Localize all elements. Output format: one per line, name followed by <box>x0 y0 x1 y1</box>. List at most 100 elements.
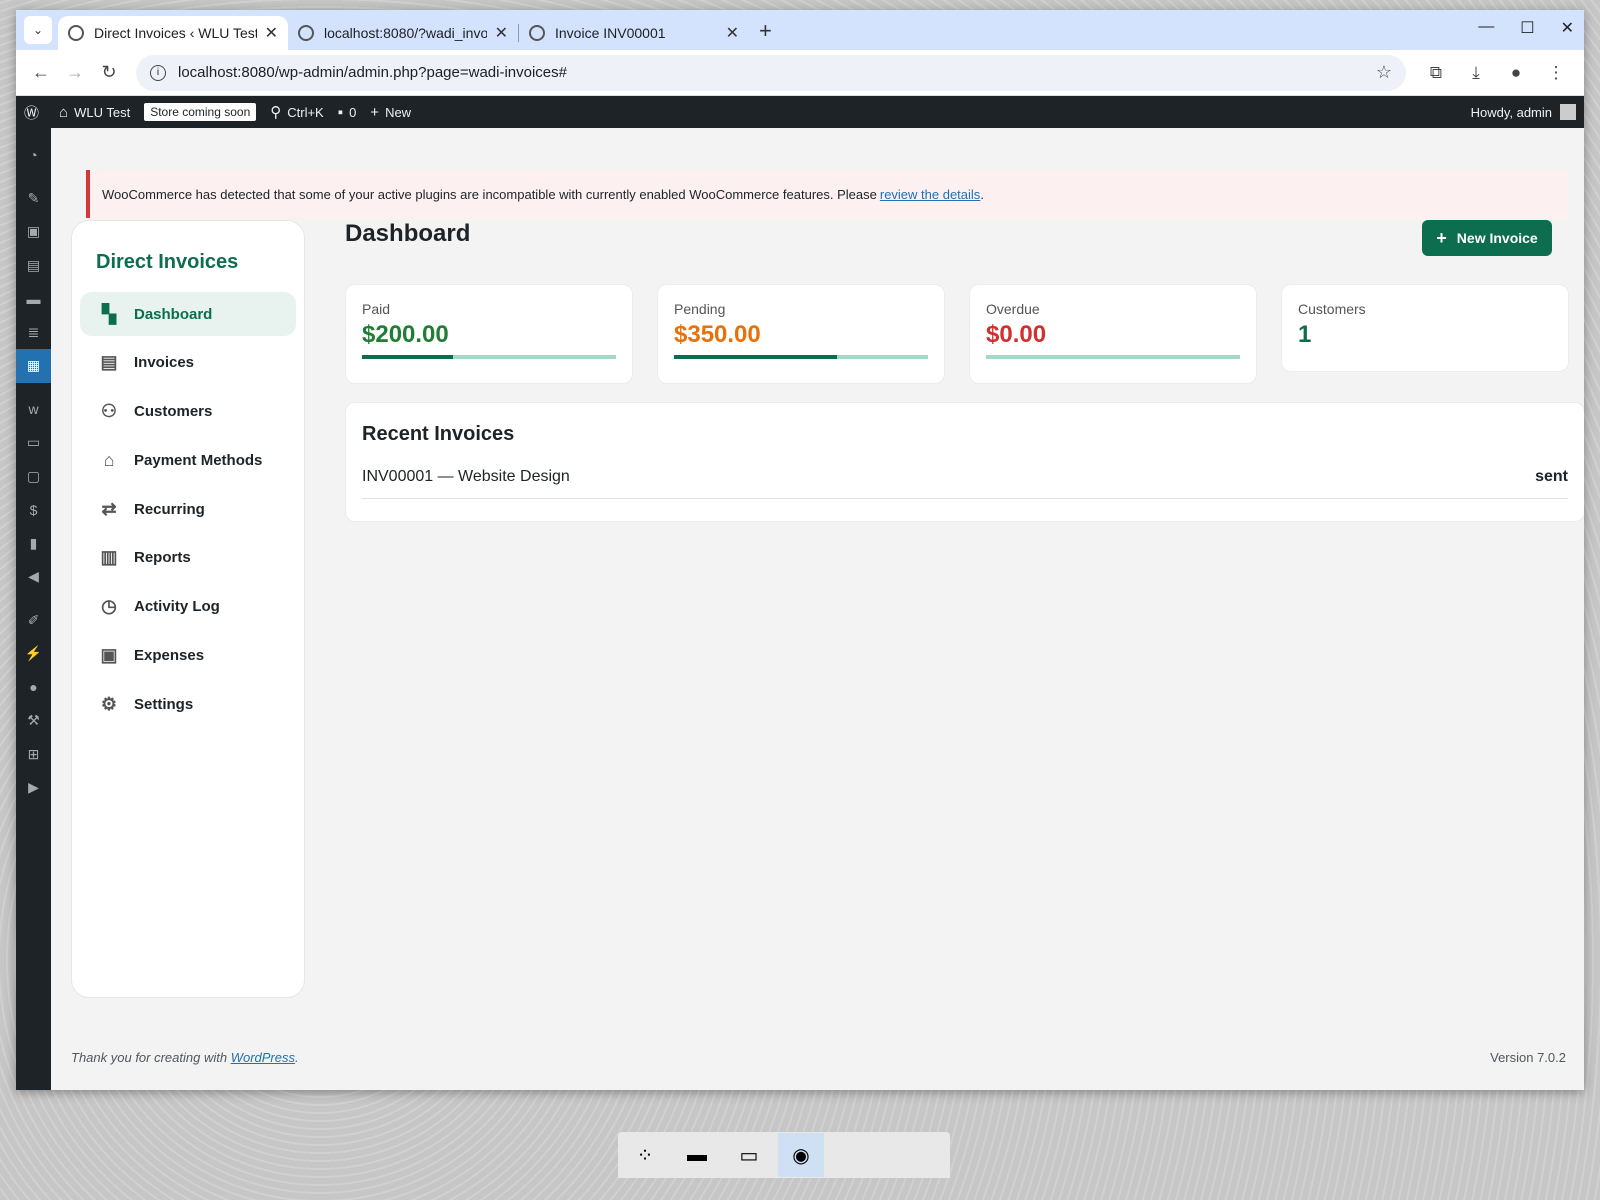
account-menu[interactable]: Howdy, admin <box>1471 104 1576 120</box>
media-menu-icon[interactable]: ▣ <box>16 215 51 249</box>
comments-link[interactable]: ▪ 0 <box>338 104 357 121</box>
globe-icon <box>298 25 314 41</box>
minimize-icon[interactable]: — <box>1478 18 1494 38</box>
marketing-menu-icon[interactable]: ◀ <box>16 560 51 594</box>
close-icon[interactable]: ✕ <box>265 23 278 43</box>
orders-menu-icon[interactable]: ▢ <box>16 460 51 494</box>
repeat-icon: ⇄ <box>101 498 117 519</box>
sidebar-item-expenses[interactable]: ▣ Expenses <box>80 634 296 678</box>
new-content-menu[interactable]: + New <box>370 104 411 121</box>
tab-bar: ⌄ Direct Invoices ‹ WLU Test ✕ localhost… <box>16 10 1584 50</box>
home-icon: ⌂ <box>59 103 69 121</box>
woocommerce-menu-icon[interactable]: w <box>16 393 51 427</box>
extensions-icon[interactable]: ⧉ <box>1416 63 1456 83</box>
comment-icon: ▪ <box>337 103 344 121</box>
pages-menu-icon[interactable]: ▤ <box>16 249 51 283</box>
list-item[interactable]: INV00001 — Website Design sent <box>362 468 1568 499</box>
admin-content: WooCommerce has detected that some of yo… <box>51 128 1584 1090</box>
files-app-icon[interactable]: ▭ <box>726 1133 772 1177</box>
site-name: WLU Test <box>74 104 131 120</box>
new-label: New <box>385 104 412 120</box>
plus-icon: + <box>1436 227 1447 248</box>
settings-menu-icon[interactable]: ⊞ <box>16 738 51 772</box>
comments-count: 0 <box>349 104 357 120</box>
plus-icon: + <box>370 103 380 121</box>
invoices-menu-icon[interactable]: ▦ <box>16 349 51 383</box>
address-bar[interactable]: i localhost:8080/wp-admin/admin.php?page… <box>136 54 1406 91</box>
stat-card-customers: Customers 1 <box>1281 284 1569 372</box>
command-palette-button[interactable]: ⚲ Ctrl+K <box>270 103 323 121</box>
url-text[interactable]: localhost:8080/wp-admin/admin.php?page=w… <box>178 64 1376 81</box>
sidebar-item-dashboard[interactable]: ▚ Dashboard <box>80 292 296 336</box>
woocommerce-notice: WooCommerce has detected that some of yo… <box>86 170 1568 218</box>
progress-bar <box>362 355 616 359</box>
back-icon[interactable]: ← <box>24 62 58 83</box>
wp-admin-menu: ◔ ✎ ▣ ▤ ▬ ≣ ▦ w ▭ ▢ $ ▮ ◀ ✐ ⚡ ● ⚒ ⊞ ▶ <box>16 128 51 1090</box>
new-tab-button[interactable]: + <box>759 18 772 44</box>
settings-app-icon[interactable]: ▬ <box>674 1133 720 1177</box>
collapse-menu-icon[interactable]: ▶ <box>16 771 51 805</box>
browser-window: ⌄ Direct Invoices ‹ WLU Test ✕ localhost… <box>16 10 1584 1090</box>
comments-menu-icon[interactable]: ▬ <box>16 282 51 316</box>
footer-version: Version 7.0.2 <box>1490 1050 1566 1065</box>
sidebar-item-invoices[interactable]: ▤ Invoices <box>80 341 296 385</box>
close-window-icon[interactable]: ✕ <box>1561 18 1574 38</box>
forward-icon[interactable]: → <box>58 62 92 83</box>
chrome-app-icon[interactable]: ◉ <box>778 1133 824 1177</box>
stat-label: Paid <box>362 301 391 317</box>
sidebar-item-label: Activity Log <box>134 598 220 616</box>
window-controls: — ☐ ✕ <box>1478 18 1574 38</box>
sidebar-item-reports[interactable]: ▥ Reports <box>80 536 296 580</box>
site-name-link[interactable]: ⌂ WLU Test <box>59 104 130 121</box>
stat-value: $200.00 <box>362 321 449 348</box>
tab-direct-invoices[interactable]: Direct Invoices ‹ WLU Test ✕ <box>58 16 288 50</box>
sidebar-item-recurring[interactable]: ⇄ Recurring <box>80 487 296 531</box>
stat-label: Customers <box>1298 301 1366 317</box>
wallet-icon: ▣ <box>100 645 118 666</box>
maximize-icon[interactable]: ☐ <box>1520 18 1534 38</box>
bookmark-star-icon[interactable]: ☆ <box>1376 62 1392 83</box>
plugins-menu-icon[interactable]: ⚡ <box>16 637 51 671</box>
close-icon[interactable]: ✕ <box>495 23 508 43</box>
launcher-icon[interactable]: ⁘ <box>622 1133 668 1177</box>
forms-menu-icon[interactable]: ≣ <box>16 316 51 350</box>
wordpress-link[interactable]: WordPress <box>231 1050 295 1065</box>
invoice-summary[interactable]: INV00001 — Website Design <box>362 468 570 486</box>
sidebar-item-activity-log[interactable]: ◷ Activity Log <box>80 585 296 629</box>
site-info-icon[interactable]: i <box>150 64 166 81</box>
tools-menu-icon[interactable]: ⚒ <box>16 704 51 738</box>
new-invoice-label: New Invoice <box>1456 230 1538 246</box>
tab-invoice[interactable]: Invoice INV00001 ✕ <box>519 16 749 50</box>
review-details-link[interactable]: review the details <box>880 187 980 202</box>
analytics-menu-icon[interactable]: ▮ <box>16 527 51 561</box>
more-menu-icon[interactable]: ⋮ <box>1536 63 1576 83</box>
stat-card-paid: Paid $200.00 <box>345 284 633 384</box>
store-status-badge[interactable]: Store coming soon <box>144 103 257 121</box>
reload-icon[interactable]: ↻ <box>92 62 126 83</box>
stat-label: Pending <box>674 301 726 317</box>
payments-menu-icon[interactable]: $ <box>16 493 51 527</box>
sidebar-item-customers[interactable]: ⚇ Customers <box>80 390 296 434</box>
tab-search-button[interactable]: ⌄ <box>24 16 52 44</box>
profile-icon[interactable]: ● <box>1496 63 1536 83</box>
products-menu-icon[interactable]: ▭ <box>16 426 51 460</box>
sidebar-item-label: Payment Methods <box>134 451 263 469</box>
search-shortcut-label: Ctrl+K <box>287 104 324 120</box>
sidebar-item-payment-methods[interactable]: ⌂ Payment Methods <box>80 438 296 482</box>
browser-toolbar: ← → ↻ i localhost:8080/wp-admin/admin.ph… <box>16 50 1584 96</box>
dashboard-menu-icon[interactable]: ◔ <box>16 138 51 172</box>
download-icon[interactable]: ⤓ <box>1456 63 1496 83</box>
stat-value: $350.00 <box>674 321 761 348</box>
tab-localhost[interactable]: localhost:8080/?wadi_invo ✕ <box>288 16 518 50</box>
close-icon[interactable]: ✕ <box>726 23 739 43</box>
sidebar-item-settings[interactable]: ⚙ Settings <box>80 682 296 726</box>
tab-title: Invoice INV00001 <box>555 25 666 41</box>
posts-menu-icon[interactable]: ✎ <box>16 182 51 216</box>
progress-bar <box>674 355 928 359</box>
new-invoice-button[interactable]: + New Invoice <box>1422 220 1552 256</box>
wordpress-logo-icon[interactable]: Ⓦ <box>24 102 45 123</box>
sidebar-item-label: Invoices <box>134 354 195 372</box>
appearance-menu-icon[interactable]: ✐ <box>16 604 51 638</box>
dashboard-icon: ▚ <box>102 303 116 324</box>
users-menu-icon[interactable]: ● <box>16 671 51 705</box>
